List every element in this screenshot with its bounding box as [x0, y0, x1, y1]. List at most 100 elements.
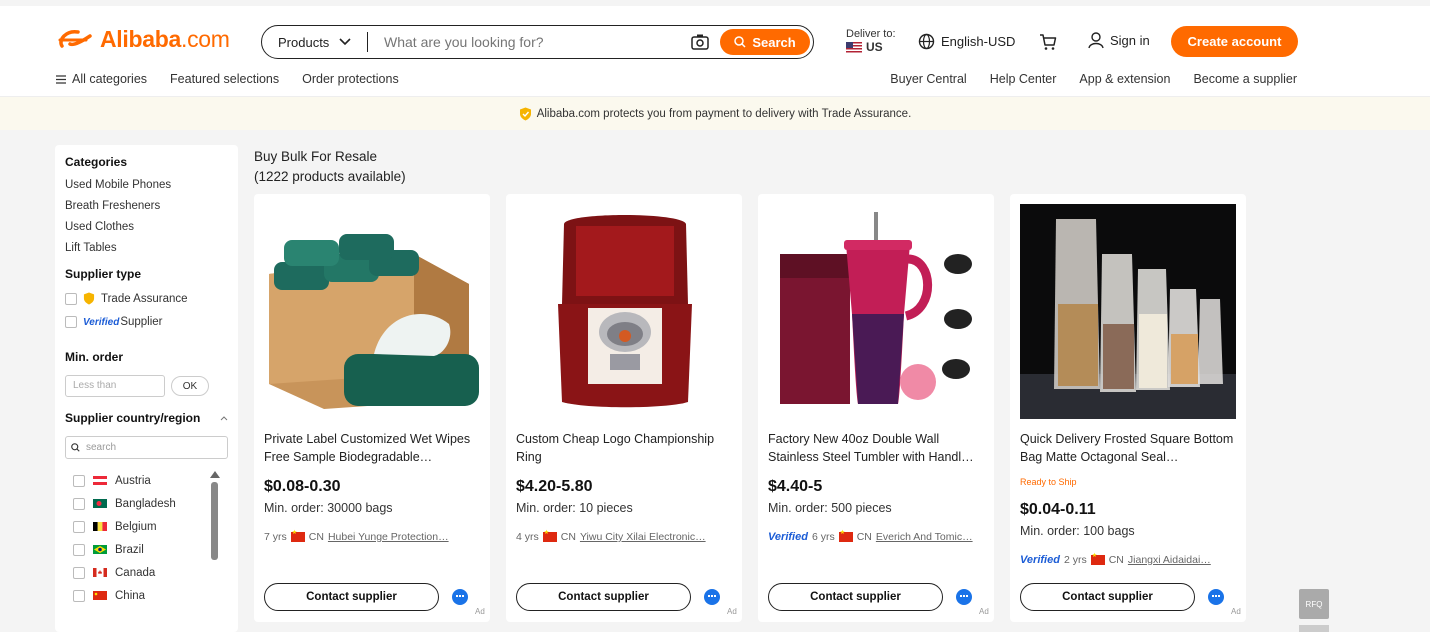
scroll-thumb[interactable] — [210, 482, 218, 560]
scroll-up-arrow[interactable] — [210, 471, 220, 478]
country-list-scrollbar[interactable] — [210, 471, 220, 621]
brazil-flag-icon — [93, 545, 107, 554]
supplier-name-link[interactable]: Jiangxi Aidaidai… — [1128, 554, 1211, 566]
supplier-years: 6 yrs — [811, 531, 835, 543]
product-moq: Min. order: 100 bags — [1020, 524, 1135, 538]
country-label: China — [115, 589, 146, 602]
signin-link[interactable]: Sign in — [1088, 32, 1150, 49]
country-item-brazil[interactable]: Brazil — [65, 538, 228, 561]
country-checkbox[interactable] — [73, 497, 85, 510]
category-link[interactable]: Lift Tables — [65, 242, 228, 254]
app-extension-link[interactable]: App & extension — [1079, 72, 1170, 86]
product-card[interactable]: Private Label Customized Wet Wipes Free … — [254, 194, 490, 622]
all-categories-link[interactable]: All categories — [56, 72, 147, 86]
product-moq: Min. order: 500 pieces — [768, 501, 892, 515]
chat-icon[interactable] — [452, 589, 468, 605]
search-category-select[interactable]: Products — [262, 32, 368, 52]
country-checkbox[interactable] — [73, 589, 85, 602]
contact-supplier-button[interactable]: Contact supplier — [264, 583, 439, 611]
deliver-country: US — [866, 40, 883, 54]
contact-supplier-button[interactable]: Contact supplier — [768, 583, 943, 611]
product-card[interactable]: Factory New 40oz Double Wall Stainless S… — [758, 194, 994, 622]
country-item-belgium[interactable]: Belgium — [65, 515, 228, 538]
product-image-championship-ring[interactable] — [516, 204, 732, 419]
search-input[interactable] — [368, 34, 690, 50]
category-link[interactable]: Used Clothes — [65, 221, 228, 233]
product-card[interactable]: Quick Delivery Frosted Square Bottom Bag… — [1010, 194, 1246, 622]
verified-supplier-filter[interactable]: Verified Supplier — [65, 316, 228, 328]
verified-mark: Verified — [83, 316, 120, 328]
language-selector[interactable]: English-USD — [918, 33, 1015, 50]
country-item-china[interactable]: China — [65, 584, 228, 607]
china-flag-icon — [93, 591, 107, 600]
product-title[interactable]: Factory New 40oz Double Wall Stainless S… — [768, 430, 982, 466]
rfq-float-button[interactable]: RFQ — [1299, 589, 1329, 619]
min-order-input[interactable]: Less than — [65, 375, 165, 397]
country-item-bangladesh[interactable]: Bangladesh — [65, 492, 228, 515]
china-flag-icon — [838, 529, 853, 542]
chat-icon[interactable] — [1208, 589, 1224, 605]
region-header[interactable]: Supplier country/region — [65, 411, 228, 425]
deliver-to[interactable]: Deliver to: US — [846, 28, 896, 54]
trade-assurance-checkbox[interactable] — [65, 292, 77, 305]
country-checkbox[interactable] — [73, 543, 85, 556]
supplier-info: Verified 6 yrs CN Everich And Tomic… — [768, 529, 973, 543]
austria-flag-icon — [93, 476, 107, 485]
search-icon — [734, 36, 746, 48]
cart-icon[interactable] — [1038, 32, 1058, 52]
verified-supplier-checkbox[interactable] — [65, 316, 77, 328]
country-checkbox[interactable] — [73, 474, 85, 487]
buyer-central-link[interactable]: Buyer Central — [890, 72, 966, 86]
chat-icon[interactable] — [956, 589, 972, 605]
ok-button[interactable]: OK — [171, 376, 209, 396]
canada-flag-icon — [93, 568, 107, 577]
supplier-name-link[interactable]: Hubei Yunge Protection… — [328, 531, 449, 543]
country-label: Bangladesh — [115, 497, 176, 510]
product-image-frosted-bags[interactable] — [1020, 204, 1236, 419]
product-image-wet-wipes[interactable] — [264, 204, 480, 419]
alibaba-logo-icon — [58, 30, 92, 48]
trade-assurance-filter[interactable]: Trade Assurance — [65, 292, 228, 305]
product-price: $4.40-5 — [768, 478, 823, 495]
belgium-flag-icon — [93, 522, 107, 531]
trade-assurance-label: Trade Assurance — [101, 292, 188, 305]
category-link[interactable]: Used Mobile Phones — [65, 179, 228, 191]
contact-supplier-button[interactable]: Contact supplier — [516, 583, 691, 611]
bangladesh-flag-icon — [93, 499, 107, 508]
product-title[interactable]: Private Label Customized Wet Wipes Free … — [264, 430, 478, 466]
supplier-name-link[interactable]: Everich And Tomic… — [876, 531, 973, 543]
product-title[interactable]: Custom Cheap Logo Championship Ring — [516, 430, 730, 466]
country-item-austria[interactable]: Austria — [65, 469, 228, 492]
page-title: Buy Bulk For Resale — [254, 149, 378, 164]
country-item-canada[interactable]: Canada — [65, 561, 228, 584]
product-title[interactable]: Quick Delivery Frosted Square Bottom Bag… — [1020, 430, 1234, 466]
supplier-name-link[interactable]: Yiwu City Xilai Electronic… — [580, 531, 706, 543]
float-button-secondary[interactable] — [1299, 625, 1329, 632]
all-categories-label: All categories — [72, 72, 148, 86]
featured-selections-link[interactable]: Featured selections — [170, 72, 279, 86]
chevron-up-icon[interactable] — [220, 415, 228, 421]
user-icon — [1088, 32, 1104, 49]
become-supplier-link[interactable]: Become a supplier — [1193, 72, 1297, 86]
search-button[interactable]: Search — [720, 29, 810, 55]
product-image-tumbler[interactable] — [768, 204, 984, 419]
category-link[interactable]: Breath Fresheners — [65, 200, 228, 212]
country-checkbox[interactable] — [73, 566, 85, 579]
help-center-link[interactable]: Help Center — [990, 72, 1057, 86]
camera-icon[interactable] — [690, 32, 710, 52]
country-label: Canada — [115, 566, 156, 579]
region-search-input[interactable]: search — [65, 436, 228, 459]
search-icon — [71, 443, 80, 452]
create-account-button[interactable]: Create account — [1171, 26, 1298, 57]
product-card[interactable]: Custom Cheap Logo Championship Ring $4.2… — [506, 194, 742, 622]
alibaba-logo[interactable]: Alibaba.com — [56, 24, 230, 54]
china-flag-icon — [542, 529, 557, 542]
chat-icon[interactable] — [704, 589, 720, 605]
verified-badge: Verified — [768, 531, 808, 543]
logo-tld-text: .com — [180, 25, 230, 52]
country-checkbox[interactable] — [73, 520, 85, 533]
region-title: Supplier country/region — [65, 411, 201, 425]
contact-supplier-button[interactable]: Contact supplier — [1020, 583, 1195, 611]
verified-badge: Verified — [1020, 554, 1060, 566]
order-protections-link[interactable]: Order protections — [302, 72, 399, 86]
